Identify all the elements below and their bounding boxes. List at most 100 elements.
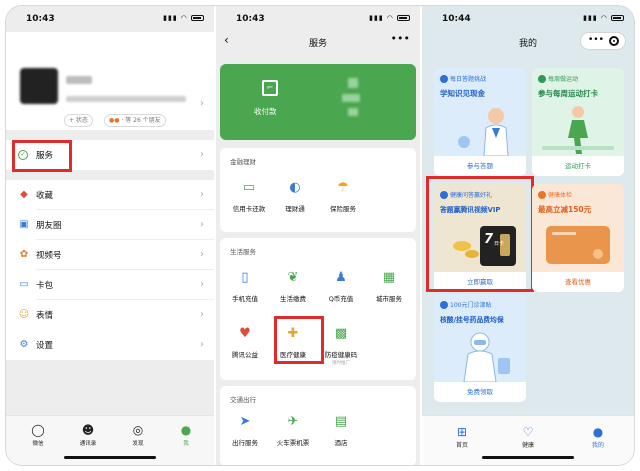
more-options-icon[interactable]: ••• bbox=[588, 33, 604, 48]
menu-item-channels[interactable]: ✿ 视频号 › bbox=[6, 240, 214, 270]
charity-heart-icon: ♥ bbox=[239, 326, 251, 341]
menu-item-label: 卡包 bbox=[36, 281, 54, 291]
avatar bbox=[20, 68, 58, 104]
battery-icon bbox=[397, 15, 410, 21]
main-menu-section: ◆ 收藏 › ▣ 朋友圈 › ✿ 视频号 › ▭ 卡包 › ☺ 表情 › bbox=[6, 180, 214, 330]
finance-section: 金融理财 ▭ 信用卡还款 ◐ 理财通 ☂ 保险服务 bbox=[220, 148, 416, 232]
service-utilities[interactable]: ❦ 生活缴费 bbox=[270, 270, 316, 303]
chevron-right-icon: › bbox=[200, 219, 204, 230]
highlight-box-medical-health bbox=[274, 316, 324, 364]
service-label: 生活缴费 bbox=[280, 295, 306, 303]
tab-mine[interactable]: ● 我的 bbox=[578, 424, 618, 449]
miniprogram-capsule: ••• bbox=[580, 32, 626, 50]
status-icons: ▮▮▮ ◠ bbox=[369, 14, 410, 22]
service-credit-card-repay[interactable]: ▭ 信用卡还款 bbox=[226, 180, 272, 213]
service-qcoin[interactable]: ♟ Q币充值 bbox=[318, 270, 364, 303]
insurance-umbrella-icon: ☂ bbox=[337, 180, 349, 195]
promo-card-outpatient-allowance[interactable]: 100元门诊津贴 核酸/挂号药品费均保 免费领取 bbox=[434, 294, 526, 402]
service-train-flight[interactable]: ✈ 火车票机票 bbox=[270, 414, 316, 447]
service-label: 防疫健康码 bbox=[324, 351, 358, 359]
miniprogram-tab-bar: ⊞ 首页 ♡ 健康 ● 我的 bbox=[422, 415, 634, 465]
home-indicator bbox=[482, 456, 574, 459]
promo-card-health-checkup[interactable]: 健康体检 最高立减150元 查看优惠 bbox=[532, 184, 624, 292]
service-label: Q币充值 bbox=[328, 295, 354, 303]
promo-card-weekly-exercise[interactable]: 每周做运动 参与每周运动打卡 运动打卡 bbox=[532, 68, 624, 176]
tab-health[interactable]: ♡ 健康 bbox=[508, 424, 548, 449]
cta-exercise-checkin[interactable]: 运动打卡 bbox=[532, 156, 624, 176]
cta-view-offer[interactable]: 查看优惠 bbox=[532, 272, 624, 292]
menu-item-emoji[interactable]: ☺ 表情 › bbox=[6, 300, 214, 330]
service-mobile-topup[interactable]: ▯ 手机充值 bbox=[222, 270, 268, 303]
profile-header[interactable]: + 状态 ●● · 等 26 个朋友 › bbox=[6, 32, 214, 130]
transport-section: 交通出行 ➤ 出行服务 ✈ 火车票机票 ▤ 酒店 bbox=[220, 386, 416, 465]
chevron-right-icon: › bbox=[200, 189, 204, 200]
status-time: 10:43 bbox=[26, 14, 55, 24]
service-label: 火车票机票 bbox=[276, 439, 310, 447]
tab-me[interactable]: ● 我 bbox=[166, 422, 206, 447]
health-heart-icon: ♡ bbox=[522, 425, 534, 439]
more-options-icon[interactable]: ••• bbox=[391, 32, 410, 45]
service-hotel[interactable]: ▤ 酒店 bbox=[318, 414, 364, 447]
service-label: 理财通 bbox=[285, 205, 305, 213]
chevron-right-icon: › bbox=[200, 279, 204, 290]
service-charity[interactable]: ♥ 腾讯公益 bbox=[222, 326, 268, 359]
chevron-right-icon: › bbox=[200, 309, 204, 320]
settings-section: ⚙ 设置 › bbox=[6, 330, 214, 360]
chevron-right-icon: › bbox=[200, 249, 204, 260]
menu-item-label: 朋友圈 bbox=[36, 221, 62, 231]
cta-join-quiz[interactable]: 参与答题 bbox=[434, 156, 526, 176]
travel-compass-icon: ➤ bbox=[239, 414, 251, 429]
service-health-code[interactable]: ▩ 防疫健康码限时推广 bbox=[318, 326, 364, 366]
service-insurance[interactable]: ☂ 保险服务 bbox=[320, 180, 366, 213]
close-miniprogram-icon[interactable] bbox=[609, 36, 619, 46]
card-tag: 每周做运动 bbox=[538, 74, 578, 84]
card-tag: 每日答题挑战 bbox=[440, 74, 486, 84]
highlight-box-services bbox=[12, 140, 72, 172]
profile-icon: ● bbox=[592, 425, 604, 439]
chevron-right-icon: › bbox=[200, 98, 204, 109]
home-indicator bbox=[64, 456, 156, 459]
pay-receive-button[interactable]: ⌐ 收付款 bbox=[220, 64, 318, 140]
section-title: 金融理财 bbox=[230, 158, 256, 166]
tab-label: 首页 bbox=[455, 442, 468, 449]
tab-label: 发现 bbox=[132, 441, 144, 447]
channels-icon: ✿ bbox=[19, 249, 29, 260]
status-chip[interactable]: + 状态 bbox=[64, 114, 93, 127]
status-time: 10:43 bbox=[236, 14, 265, 24]
doctor-illustration bbox=[434, 102, 526, 157]
service-wealth[interactable]: ◐ 理财通 bbox=[272, 180, 318, 213]
tab-chats[interactable]: ◯ 微信 bbox=[18, 422, 58, 447]
cta-free-claim[interactable]: 免费领取 bbox=[434, 382, 526, 402]
menu-item-moments[interactable]: ▣ 朋友圈 › bbox=[6, 210, 214, 240]
qcoin-penguin-icon: ♟ bbox=[335, 270, 347, 285]
card-tag: 100元门诊津贴 bbox=[440, 300, 491, 310]
menu-item-card-wallet[interactable]: ▭ 卡包 › bbox=[6, 270, 214, 300]
health-miniprogram-screen: 10:44 ▮▮▮ ◠ 我的 ••• 每日答题挑战 学知识见现金 参与答题 每周… bbox=[422, 6, 634, 465]
card-headline: 学知识见现金 bbox=[440, 89, 485, 98]
tab-contacts[interactable]: ☻ 通讯录 bbox=[68, 422, 108, 447]
tab-label: 通讯录 bbox=[79, 441, 97, 447]
friends-avatars-icon: ●● bbox=[109, 117, 120, 124]
tab-label: 我的 bbox=[591, 442, 604, 449]
menu-item-settings[interactable]: ⚙ 设置 › bbox=[6, 330, 214, 360]
menu-item-label: 表情 bbox=[36, 311, 54, 321]
phone-topup-icon: ▯ bbox=[241, 270, 249, 285]
friends-status-chip[interactable]: ●● · 等 26 个朋友 bbox=[104, 114, 166, 127]
service-city[interactable]: ▦ 城市服务 bbox=[366, 270, 412, 303]
promo-card-daily-quiz[interactable]: 每日答题挑战 学知识见现金 参与答题 bbox=[434, 68, 526, 176]
settings-gear-icon: ⚙ bbox=[19, 339, 29, 350]
medic-illustration bbox=[434, 328, 526, 383]
service-travel[interactable]: ➤ 出行服务 bbox=[222, 414, 268, 447]
wealth-drop-icon: ◐ bbox=[289, 180, 301, 195]
section-title: 交通出行 bbox=[230, 396, 256, 404]
favorites-cube-icon: ◆ bbox=[20, 189, 28, 200]
friends-chip-label: · 等 26 个朋友 bbox=[121, 117, 161, 124]
battery-icon bbox=[191, 15, 204, 21]
status-bar: 10:43 ▮▮▮ ◠ bbox=[216, 6, 420, 32]
service-sublabel: 限时推广 bbox=[332, 361, 350, 366]
tab-home[interactable]: ⊞ 首页 bbox=[442, 424, 482, 449]
health-code-qr-icon: ▩ bbox=[334, 326, 348, 341]
tab-discover[interactable]: ◎ 发现 bbox=[118, 422, 158, 447]
menu-item-favorites[interactable]: ◆ 收藏 › bbox=[6, 180, 214, 210]
runner-illustration bbox=[532, 102, 624, 156]
